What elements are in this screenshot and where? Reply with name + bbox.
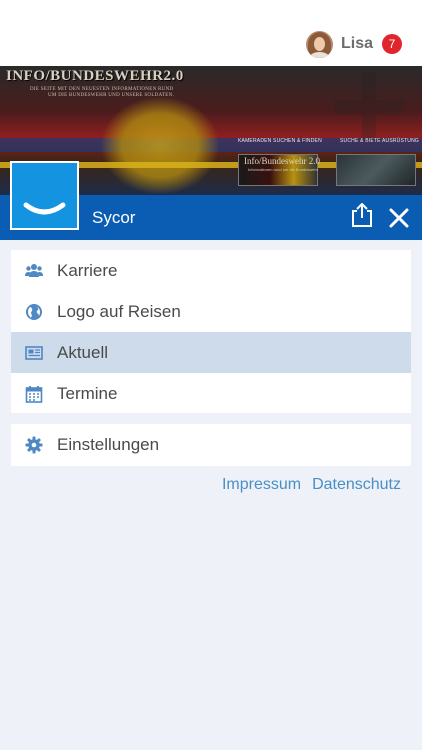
notification-badge[interactable]: 7 [382,34,402,54]
banner-thumbnail [336,154,416,186]
datenschutz-link[interactable]: Datenschutz [312,476,401,494]
iron-cross-emblem [334,72,404,142]
settings-menu: Einstellungen [11,424,411,466]
menu-item-label: Einstellungen [57,434,160,454]
smile-logo-icon [23,202,66,215]
users-icon [25,264,43,277]
menu-item-logo-auf-reisen[interactable]: Logo auf Reisen [11,291,411,332]
menu-item-label: Termine [57,383,118,403]
menu-item-label: Karriere [57,260,118,280]
share-icon [352,203,372,227]
globe-icon [26,304,42,320]
main-menu: Karriere Logo auf Reisen Aktuell Termine [11,250,411,413]
banner-link: KAMERADEN SUCHEN & FINDEN [238,138,322,144]
close-icon [389,208,409,228]
user-profile[interactable]: Lisa 7 [305,30,402,58]
avatar[interactable] [305,30,333,58]
user-name[interactable]: Lisa [341,35,373,53]
impressum-link[interactable]: Impressum [222,476,301,494]
menu-item-karriere[interactable]: Karriere [11,250,411,291]
thumbnail-subtitle: Informationen rund um die Bundeswehr [248,167,319,172]
banner-subtitle: UM DIE BUNDESWEHR UND UNSERE SOLDATEN. [48,93,175,98]
top-bar: Lisa 7 [0,0,422,66]
menu-item-label: Logo auf Reisen [57,301,181,321]
calendar-icon [25,386,43,403]
thumbnail-title: Info/Bundeswehr 2.0 [244,156,320,166]
app-title: Sycor [92,208,136,227]
eagle-emblem [100,96,220,195]
banner-subtitle: DIE SEITE MIT DEN NEUESTEN INFORMATIONEN… [30,87,174,92]
close-button[interactable] [388,207,410,229]
gear-icon [25,436,43,454]
newspaper-icon [25,346,43,360]
banner-link: SUCHE & BIETE AUSRÜSTUNG [340,138,419,144]
menu-item-einstellungen[interactable]: Einstellungen [11,424,411,465]
share-button[interactable] [350,202,374,228]
footer-links: Impressum Datenschutz [222,476,401,494]
menu-item-label: Aktuell [57,342,109,362]
menu-item-termine[interactable]: Termine [11,373,411,414]
menu-item-aktuell[interactable]: Aktuell [11,332,411,373]
app-logo [10,161,79,230]
banner-title: INFO/BUNDESWEHR2.0 [6,68,184,84]
